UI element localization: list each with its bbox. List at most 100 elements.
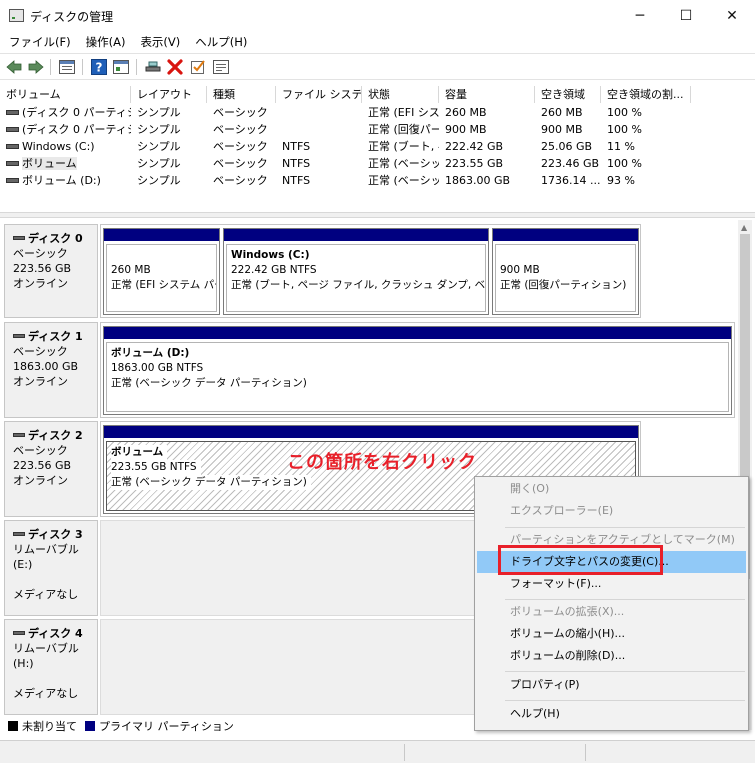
- partition[interactable]: 900 MB 正常 (回復パーティション): [492, 228, 639, 315]
- menu-item-format[interactable]: フォーマット(F)...: [477, 573, 746, 595]
- partition-status: 正常 (ベーシック データ パーティション): [111, 475, 311, 490]
- menu-item-properties[interactable]: プロパティ(P): [477, 674, 746, 696]
- close-button[interactable]: ✕: [709, 0, 755, 32]
- connect-icon[interactable]: [144, 58, 162, 76]
- column-header-capacity[interactable]: 容量: [439, 86, 535, 103]
- disk-label[interactable]: ディスク 0 ベーシック 223.56 GB オンライン: [4, 224, 98, 318]
- partition[interactable]: 260 MB 正常 (EFI システム パーティション): [103, 228, 220, 315]
- legend-label-unallocated: 未割り当て: [22, 720, 77, 733]
- column-header-filesystem[interactable]: ファイル システム: [276, 86, 362, 103]
- status-bar: [0, 740, 755, 763]
- cell-free-space: 260 MB: [541, 106, 583, 119]
- menu-separator: [505, 527, 745, 528]
- menu-separator: [505, 700, 745, 701]
- cell-layout: シンプル: [137, 123, 181, 136]
- cell-capacity: 223.55 GB: [445, 157, 504, 170]
- disk-row: ディスク 1 ベーシック 1863.00 GB オンライン ボリューム (D:)…: [4, 322, 735, 418]
- menu-item-help[interactable]: ヘルプ(H): [477, 703, 746, 725]
- table-row[interactable]: ボリューム シンプル ベーシック NTFS 正常 (ベーシック データ パーティ…: [0, 155, 700, 172]
- disk-status: オンライン: [13, 277, 68, 290]
- column-header-free-space[interactable]: 空き領域: [535, 86, 601, 103]
- disk-type: ベーシック: [13, 345, 68, 358]
- cell-status: 正常 (ベーシック データ パーティション): [368, 174, 439, 187]
- show-hide-tree-icon[interactable]: [58, 58, 76, 76]
- menu-item-open[interactable]: 開く(O): [477, 478, 746, 500]
- menu-view[interactable]: 表示(V): [131, 32, 186, 52]
- cell-type: ベーシック: [213, 123, 268, 136]
- column-header-status[interactable]: 状態: [362, 86, 439, 103]
- column-header-type[interactable]: 種類: [207, 86, 276, 103]
- menu-item-explorer[interactable]: エクスプローラー(E): [477, 500, 746, 522]
- cell-volume: ボリューム: [0, 155, 131, 172]
- cell-volume: (ディスク 0 パーティション 4): [0, 121, 131, 138]
- table-row[interactable]: (ディスク 0 パーティション 1) シンプル ベーシック 正常 (EFI シス…: [0, 104, 700, 121]
- column-header-volume[interactable]: ボリューム: [0, 86, 131, 103]
- menu-bar: ファイル(F) 操作(A) 表示(V) ヘルプ(H): [0, 32, 755, 52]
- cell-status: 正常 (ブート, ページ ファイル): [368, 140, 439, 153]
- volume-icon: [6, 109, 19, 115]
- maximize-button[interactable]: ☐: [663, 0, 709, 32]
- table-row[interactable]: (ディスク 0 パーティション 4) シンプル ベーシック 正常 (回復パーティ…: [0, 121, 700, 138]
- partition-size: 222.42 GB NTFS: [231, 264, 317, 276]
- back-icon[interactable]: [5, 58, 23, 76]
- partition-color-bar: [104, 229, 219, 241]
- svg-text:?: ?: [96, 61, 103, 75]
- legend-label-primary: プライマリ パーティション: [99, 720, 234, 733]
- partition[interactable]: Windows (C:) 222.42 GB NTFS 正常 (ブート, ページ…: [223, 228, 489, 315]
- menu-help[interactable]: ヘルプ(H): [186, 32, 253, 52]
- title-bar: ディスクの管理 ─ ☐ ✕: [0, 0, 755, 32]
- cell-filesystem: [276, 104, 362, 121]
- partition-name: ボリューム: [111, 445, 168, 460]
- disk-label[interactable]: ディスク 3 リムーバブル (E:) メディアなし: [4, 520, 98, 616]
- settings-icon[interactable]: [212, 58, 230, 76]
- table-row[interactable]: ボリューム (D:) シンプル ベーシック NTFS 正常 (ベーシック データ…: [0, 172, 700, 189]
- table-row[interactable]: Windows (C:) シンプル ベーシック NTFS 正常 (ブート, ペー…: [0, 138, 700, 155]
- partition-name: Windows (C:): [231, 249, 310, 261]
- cell-volume: ボリューム (D:): [0, 172, 131, 189]
- context-menu: 開く(O) エクスプローラー(E) パーティションをアクティブとしてマーク(M)…: [474, 476, 749, 731]
- cell-layout: シンプル: [137, 157, 181, 170]
- menu-separator: [505, 671, 745, 672]
- disk-icon: [13, 433, 25, 437]
- partition-body: 260 MB 正常 (EFI システム パーティション): [106, 244, 217, 312]
- help-icon[interactable]: ?: [90, 58, 108, 76]
- disk-icon: [13, 334, 25, 338]
- cell-filesystem: NTFS: [282, 140, 311, 153]
- delete-icon[interactable]: [166, 58, 184, 76]
- disk-size: 223.56 GB: [13, 262, 72, 275]
- cell-free-space: 25.06 GB: [541, 140, 593, 153]
- legend-swatch-primary: [85, 721, 95, 731]
- partition-size: 223.55 GB NTFS: [111, 460, 201, 475]
- disk-icon: [13, 532, 25, 536]
- minimize-button[interactable]: ─: [617, 0, 663, 32]
- column-header-percent-free[interactable]: 空き領域の割...: [601, 86, 691, 103]
- disk-label[interactable]: ディスク 2 ベーシック 223.56 GB オンライン: [4, 421, 98, 517]
- cell-layout: シンプル: [137, 174, 181, 187]
- menu-item-delete-volume[interactable]: ボリュームの削除(D)...: [477, 645, 746, 667]
- partition-color-bar: [104, 327, 731, 339]
- menu-file[interactable]: ファイル(F): [0, 32, 77, 52]
- disk-label[interactable]: ディスク 1 ベーシック 1863.00 GB オンライン: [4, 322, 98, 418]
- cell-free-space: 1736.14 ...: [541, 174, 601, 187]
- menu-separator: [505, 599, 745, 600]
- column-header-layout[interactable]: レイアウト: [131, 86, 207, 103]
- scroll-up-icon[interactable]: ▲: [741, 223, 747, 232]
- cell-percent-free: 100 %: [607, 157, 642, 170]
- menu-item-shrink-volume[interactable]: ボリュームの縮小(H)...: [477, 623, 746, 645]
- partition-size: 1863.00 GB NTFS: [111, 362, 204, 374]
- menu-action[interactable]: 操作(A): [77, 32, 132, 52]
- properties-icon[interactable]: [112, 58, 130, 76]
- cell-free-space: 223.46 GB: [541, 157, 600, 170]
- cell-percent-free: 100 %: [607, 106, 642, 119]
- partition-color-bar: [224, 229, 488, 241]
- volume-list: ボリューム レイアウト 種類 ファイル システム 状態 容量 空き領域 空き領域…: [0, 84, 755, 212]
- partition[interactable]: ボリューム (D:) 1863.00 GB NTFS 正常 (ベーシック データ…: [103, 326, 732, 415]
- disk-row: ディスク 0 ベーシック 223.56 GB オンライン 260 MB 正常 (…: [4, 224, 735, 318]
- menu-item-extend-volume[interactable]: ボリュームの拡張(X)...: [477, 601, 746, 623]
- disk-type: ベーシック: [13, 247, 68, 260]
- check-icon[interactable]: [189, 58, 207, 76]
- forward-icon[interactable]: [27, 58, 45, 76]
- disk-label[interactable]: ディスク 4 リムーバブル (H:) メディアなし: [4, 619, 98, 715]
- disk-title: ディスク 2: [13, 428, 97, 443]
- disk-status: オンライン: [13, 375, 68, 388]
